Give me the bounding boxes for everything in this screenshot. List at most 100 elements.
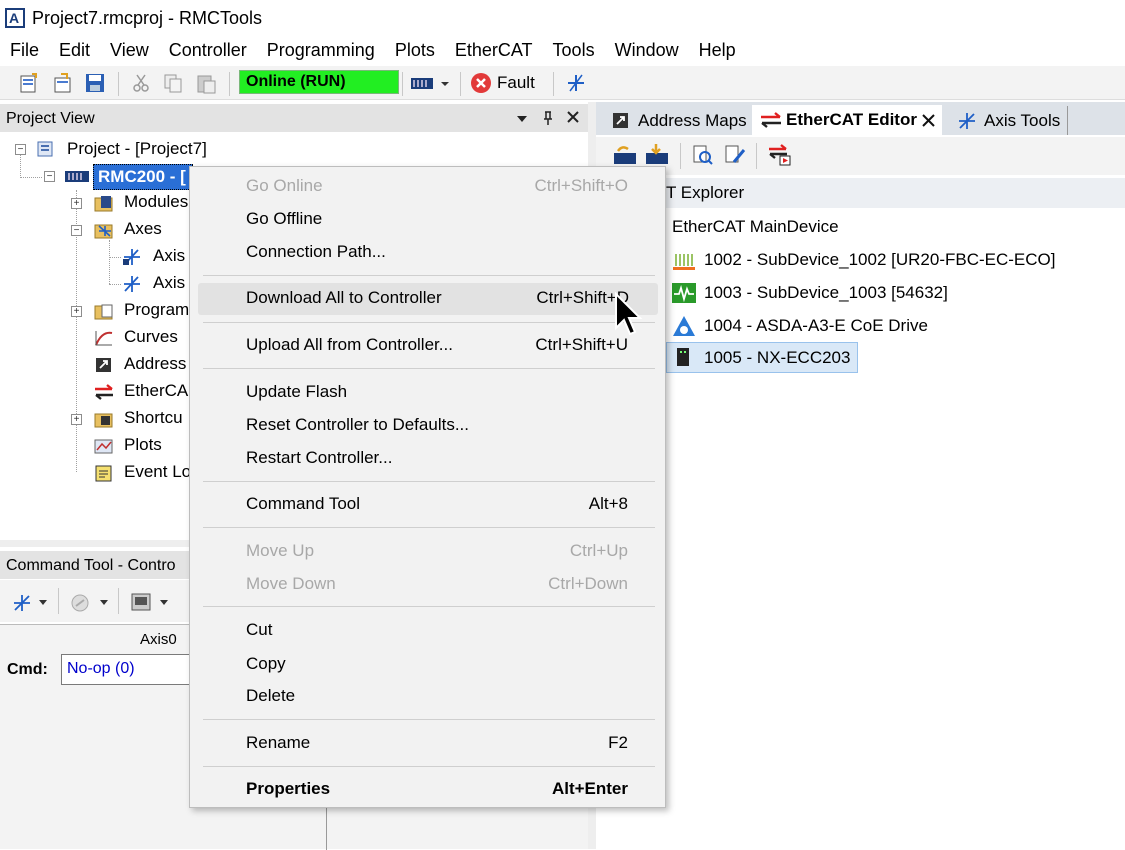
- menu-restart-controller[interactable]: Restart Controller...: [190, 443, 665, 473]
- ethercat-main-device[interactable]: EtherCAT MainDevice: [672, 217, 839, 237]
- menu-update-flash[interactable]: Update Flash: [190, 377, 665, 407]
- device-1002[interactable]: 1002 - SubDevice_1002 [UR20-FBC-EC-ECO]: [704, 250, 1055, 270]
- tree-collapse-icon[interactable]: −: [71, 225, 82, 236]
- online-status-indicator: Online (RUN): [239, 70, 399, 94]
- controller-icon: [65, 171, 89, 182]
- tree-axis-0[interactable]: Axis: [153, 246, 185, 266]
- menu-view[interactable]: View: [100, 36, 159, 64]
- menu-ethercat[interactable]: EtherCAT: [445, 36, 543, 64]
- menu-edit[interactable]: Edit: [49, 36, 100, 64]
- menu-copy[interactable]: Copy: [190, 649, 665, 679]
- download-config-icon[interactable]: [644, 143, 670, 167]
- save-icon[interactable]: [84, 72, 106, 94]
- tree-collapse-icon[interactable]: −: [15, 144, 26, 155]
- menu-go-offline[interactable]: Go Offline: [190, 204, 665, 234]
- controller-icon[interactable]: [410, 72, 434, 94]
- menu-tools[interactable]: Tools: [543, 36, 605, 64]
- open-project-icon[interactable]: [52, 72, 74, 94]
- menu-file[interactable]: File: [0, 36, 49, 64]
- tree-controller-node[interactable]: RMC200 - [: [93, 164, 193, 190]
- tree-project-root[interactable]: Project - [Project7]: [67, 139, 207, 159]
- close-icon[interactable]: [566, 110, 580, 124]
- menu-cut[interactable]: Cut: [190, 615, 665, 645]
- tab-axis-tools[interactable]: Axis Tools: [950, 106, 1068, 135]
- function-key-icon[interactable]: [130, 592, 152, 612]
- panel-dropdown-icon[interactable]: [515, 112, 529, 126]
- pin-icon[interactable]: [541, 110, 555, 126]
- tree-expand-icon[interactable]: +: [71, 414, 82, 425]
- device-1003[interactable]: 1003 - SubDevice_1003 [54632]: [704, 283, 948, 303]
- cmd-label: Cmd:: [7, 661, 48, 678]
- send-command-icon[interactable]: [70, 593, 92, 613]
- axis-column-header: Axis0: [140, 631, 177, 648]
- menu-rename[interactable]: Rename F2: [190, 728, 665, 758]
- tree-expand-icon[interactable]: +: [71, 306, 82, 317]
- tree-address-maps[interactable]: Address: [124, 354, 186, 374]
- ethercat-run-icon[interactable]: [768, 144, 792, 166]
- cmd-select[interactable]: No-op (0): [61, 654, 191, 685]
- programs-icon: [94, 304, 113, 320]
- tab-ethercat-editor[interactable]: EtherCAT Editor: [752, 105, 942, 135]
- search-device-icon[interactable]: [692, 144, 714, 166]
- menu-help[interactable]: Help: [689, 36, 746, 64]
- tree-collapse-icon[interactable]: −: [44, 171, 55, 182]
- chevron-down-icon[interactable]: [99, 598, 109, 608]
- project-view-header: Project View: [0, 104, 590, 132]
- tree-modules[interactable]: Modules: [124, 192, 188, 212]
- axis-select-icon[interactable]: [12, 593, 32, 613]
- drive-icon: [673, 316, 695, 336]
- tree-axis-1[interactable]: Axis: [153, 273, 185, 293]
- menu-plots[interactable]: Plots: [385, 36, 445, 64]
- menu-move-up[interactable]: Move Up Ctrl+Up: [190, 536, 665, 566]
- paste-icon[interactable]: [195, 72, 217, 94]
- tab-label: Address Maps: [638, 111, 747, 130]
- chevron-down-icon[interactable]: [38, 598, 48, 608]
- configure-device-icon[interactable]: [724, 144, 746, 166]
- menu-controller[interactable]: Controller: [159, 36, 257, 64]
- tab-address-maps[interactable]: Address Maps: [604, 106, 750, 135]
- tree-ethercat[interactable]: EtherCA: [124, 381, 188, 401]
- tree-programs[interactable]: Program: [124, 300, 189, 320]
- context-menu: Go Online Ctrl+Shift+O Go Offline Connect…: [189, 166, 666, 808]
- ethercat-icon: [761, 112, 781, 128]
- io-module-icon: [673, 254, 695, 270]
- menu-delete[interactable]: Delete: [190, 681, 665, 711]
- menu-properties[interactable]: Properties Alt+Enter: [190, 774, 665, 804]
- menu-window[interactable]: Window: [605, 36, 689, 64]
- menu-command-tool[interactable]: Command Tool Alt+8: [190, 489, 665, 519]
- menu-programming[interactable]: Programming: [257, 36, 385, 64]
- coupler-device-icon: [677, 348, 689, 366]
- tree-expand-icon[interactable]: +: [71, 198, 82, 209]
- title-bar: A Project7.rmcproj - RMCTools: [0, 0, 1125, 35]
- address-maps-icon: [96, 358, 111, 372]
- menu-upload-all[interactable]: Upload All from Controller... Ctrl+Shift+…: [190, 330, 665, 360]
- explorer-title: T Explorer: [666, 183, 745, 202]
- device-1004[interactable]: 1004 - ASDA-A3-E CoE Drive: [704, 316, 928, 336]
- menu-reset-defaults[interactable]: Reset Controller to Defaults...: [190, 410, 665, 440]
- menu-connection-path[interactable]: Connection Path...: [190, 237, 665, 267]
- scan-devices-icon[interactable]: [612, 143, 638, 167]
- menu-download-all[interactable]: Download All to Controller Ctrl+Shift+D: [198, 283, 658, 315]
- fault-icon[interactable]: [470, 72, 492, 94]
- tab-label: EtherCAT Editor: [786, 110, 917, 129]
- new-project-icon[interactable]: [18, 72, 40, 94]
- chevron-down-icon[interactable]: [159, 598, 169, 608]
- tree-plots[interactable]: Plots: [124, 435, 162, 455]
- tree-curves[interactable]: Curves: [124, 327, 178, 347]
- ethercat-explorer-header: T Explorer: [596, 178, 1125, 208]
- copy-icon[interactable]: [162, 72, 184, 94]
- close-tab-icon[interactable]: [922, 114, 935, 127]
- menu-go-online[interactable]: Go Online Ctrl+Shift+O: [190, 171, 665, 201]
- mouse-cursor-icon: [615, 292, 643, 336]
- cut-icon[interactable]: [130, 72, 152, 94]
- device-1005[interactable]: 1005 - NX-ECC203: [704, 348, 850, 368]
- menu-move-down[interactable]: Move Down Ctrl+Down: [190, 569, 665, 599]
- tree-event-log[interactable]: Event Lo: [124, 462, 191, 482]
- tree-axes[interactable]: Axes: [124, 219, 162, 239]
- fault-label[interactable]: Fault: [497, 73, 535, 93]
- project-icon: [37, 141, 53, 157]
- chevron-down-icon[interactable]: [439, 72, 451, 94]
- tree-shortcuts[interactable]: Shortcu: [124, 408, 183, 428]
- axis-tool-icon[interactable]: [565, 72, 587, 94]
- app-logo-icon: A: [5, 8, 25, 28]
